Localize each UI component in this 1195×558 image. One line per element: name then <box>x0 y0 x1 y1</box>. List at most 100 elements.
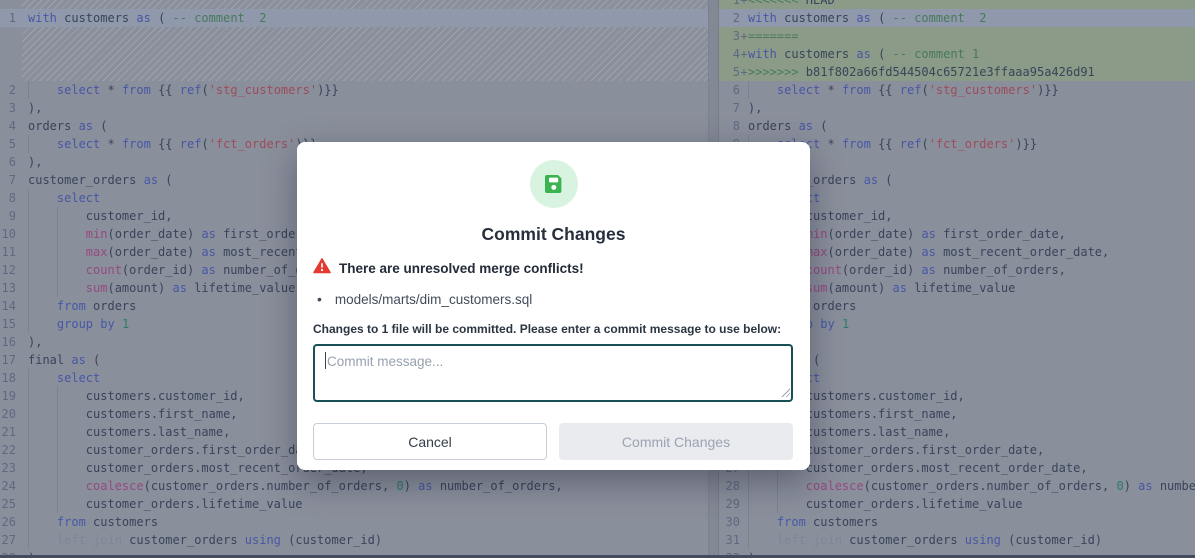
cancel-button[interactable]: Cancel <box>313 423 547 460</box>
indent-guide <box>57 423 58 441</box>
line-number: 19 <box>0 387 16 405</box>
code-line[interactable]: 7), <box>719 99 1195 117</box>
code-text: >>>>>>> b81f802a66fd544504c65721e3ffaaa9… <box>748 63 1195 81</box>
indent-guide <box>28 261 29 279</box>
indent-guide <box>28 297 29 315</box>
line-number: 6 <box>0 153 16 171</box>
code-text: customers.last_name, <box>748 423 1195 441</box>
code-line[interactable]: 1with customers as ( -- comment 2 <box>0 9 708 27</box>
code-line[interactable]: 3+======= <box>719 27 1195 45</box>
line-number: 20 <box>0 405 16 423</box>
code-line[interactable]: 5+>>>>>>> b81f802a66fd544504c65721e3ffaa… <box>719 63 1195 81</box>
code-text: left join customer_orders using (custome… <box>748 531 1195 549</box>
indent-guide <box>57 225 58 243</box>
floppy-disk-save-icon <box>530 160 578 208</box>
line-number: 14 <box>0 297 16 315</box>
code-text: orders as ( <box>748 117 1195 135</box>
indent-guide <box>57 207 58 225</box>
code-line[interactable]: 4+with customers as ( -- comment 1 <box>719 45 1195 63</box>
code-line[interactable]: 6 select * from {{ ref('stg_customers')}… <box>719 81 1195 99</box>
code-line[interactable]: 24 coalesce(customer_orders.number_of_or… <box>0 477 708 495</box>
code-line[interactable]: 1+<<<<<<< HEAD <box>719 0 1195 9</box>
line-number: 28 <box>719 477 740 495</box>
line-number: 11 <box>0 243 16 261</box>
code-text: customer_id, <box>748 207 1195 225</box>
indent-guide <box>57 495 58 513</box>
line-number: 5 <box>0 135 16 153</box>
diff-add-marker <box>740 477 748 495</box>
line-number: 1 <box>719 0 740 9</box>
line-number: 21 <box>0 423 16 441</box>
code-line[interactable]: 25 customer_orders.lifetime_value <box>0 495 708 513</box>
code-text: with customers as ( -- comment 2 <box>748 9 1195 27</box>
code-line[interactable]: 4orders as ( <box>0 117 708 135</box>
line-number: 31 <box>719 531 740 549</box>
code-line[interactable]: 8 orders as ( <box>719 117 1195 135</box>
indent-guide <box>748 477 749 495</box>
indent-guide <box>28 135 29 153</box>
code-text: ), <box>748 333 1195 351</box>
line-number: 8 <box>719 117 740 135</box>
indent-guide <box>28 477 29 495</box>
code-line[interactable]: 27 left join customer_orders using (cust… <box>0 531 708 549</box>
indent-guide <box>28 225 29 243</box>
diff-placeholder <box>0 27 708 81</box>
code-text: left join customer_orders using (custome… <box>28 531 708 549</box>
code-line[interactable]: 28 coalesce(customer_orders.number_of_or… <box>719 477 1195 495</box>
line-number: 2 <box>719 9 740 27</box>
code-text: coalesce(customer_orders.number_of_order… <box>28 477 708 495</box>
diff-hatch-fill <box>22 27 708 81</box>
code-text: select * from {{ ref('fct_orders')}} <box>748 135 1195 153</box>
code-text: with customers as ( -- comment 2 <box>28 9 708 27</box>
code-text: select * from {{ ref('stg_customers')}} <box>748 81 1195 99</box>
diff-add-marker: + <box>740 63 748 81</box>
line-number: 27 <box>0 531 16 549</box>
line-number: 25 <box>0 495 16 513</box>
code-line[interactable]: 2 with customers as ( -- comment 2 <box>719 9 1195 27</box>
code-text: final as ( <box>748 351 1195 369</box>
line-number: 10 <box>0 225 16 243</box>
code-line[interactable]: 3), <box>0 99 708 117</box>
code-line[interactable]: 2 select * from {{ ref('stg_customers')}… <box>0 81 708 99</box>
code-text: min(order_date) as first_order_date, <box>748 225 1195 243</box>
indent-guide <box>28 423 29 441</box>
commit-changes-button[interactable]: Commit Changes <box>559 423 793 460</box>
indent-guide <box>28 81 29 99</box>
modal-title: Commit Changes <box>313 224 794 245</box>
diff-add-marker <box>740 9 748 27</box>
code-text: select <box>748 369 1195 387</box>
commit-message-input[interactable] <box>313 344 793 402</box>
indent-guide <box>28 387 29 405</box>
code-line[interactable]: 30 from customers <box>719 513 1195 531</box>
diff-add-marker <box>740 117 748 135</box>
code-text: with customers as ( -- comment 1 <box>748 45 1195 63</box>
indent-guide <box>748 81 749 99</box>
diff-add-marker <box>740 495 748 513</box>
indent-guide <box>28 495 29 513</box>
text-cursor <box>325 352 326 369</box>
commit-changes-modal: Commit Changes There are unresolved merg… <box>297 142 810 470</box>
indent-guide <box>28 189 29 207</box>
diff-add-marker: + <box>740 0 748 9</box>
indent-guide <box>28 441 29 459</box>
indent-guide <box>57 441 58 459</box>
line-number: 4 <box>0 117 16 135</box>
code-text: from customers <box>28 513 708 531</box>
code-text: ======= <box>748 27 1195 45</box>
indent-guide <box>57 261 58 279</box>
diff-add-marker <box>740 513 748 531</box>
diff-add-marker <box>740 99 748 117</box>
code-text: customer_orders as ( <box>748 171 1195 189</box>
indent-guide <box>57 387 58 405</box>
code-line[interactable]: 26 from customers <box>0 513 708 531</box>
code-line[interactable]: 31 left join customer_orders using (cust… <box>719 531 1195 549</box>
indent-guide <box>748 531 749 549</box>
conflict-file-item: • models/marts/dim_customers.sql <box>313 291 794 307</box>
line-number: 18 <box>0 369 16 387</box>
line-number: 23 <box>0 459 16 477</box>
line-number: 8 <box>0 189 16 207</box>
indent-guide <box>777 477 778 495</box>
indent-guide <box>748 513 749 531</box>
code-line[interactable]: 29 customer_orders.lifetime_value <box>719 495 1195 513</box>
commit-instruction: Changes to 1 file will be committed. Ple… <box>313 322 794 336</box>
